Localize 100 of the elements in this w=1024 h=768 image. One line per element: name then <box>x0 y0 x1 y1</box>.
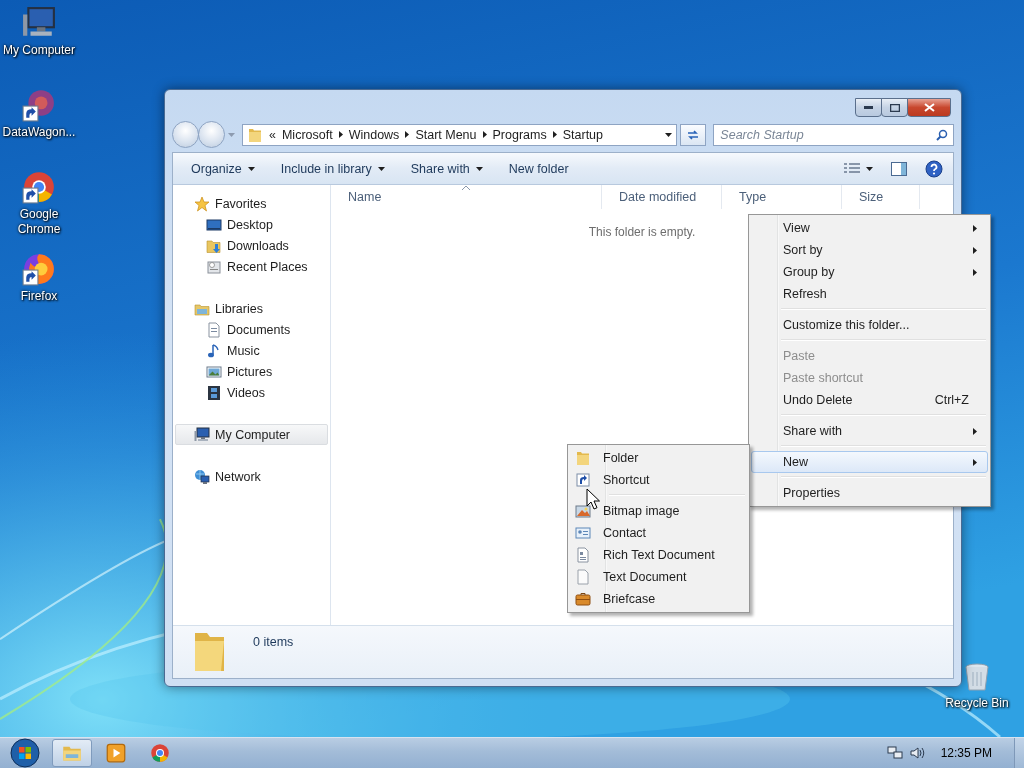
folder-icon <box>575 450 591 466</box>
maximize-button[interactable] <box>881 98 908 117</box>
nav-item[interactable]: Recent Places <box>175 256 328 277</box>
shortcut-icon <box>575 472 591 488</box>
chevron-right-icon <box>552 131 557 138</box>
minimize-button[interactable] <box>855 98 882 117</box>
nav-item[interactable]: Pictures <box>175 361 328 382</box>
nav-item[interactable]: Desktop <box>175 214 328 235</box>
breadcrumb[interactable]: Microsoft <box>281 127 333 142</box>
submenu-arrow-icon <box>973 458 977 466</box>
list-view-icon <box>844 162 860 175</box>
address-bar[interactable]: « Microsoft Windows Start Menu Programs Startup <box>242 123 678 146</box>
menu-item[interactable]: Shortcut <box>570 469 747 491</box>
empty-folder-message: This folder is empty. <box>588 225 696 239</box>
menu-item[interactable]: New <box>751 451 988 473</box>
desktop-icon-label[interactable]: Google Chrome <box>2 207 76 237</box>
nav-item[interactable]: Favorites <box>175 193 328 214</box>
chevron-right-icon <box>405 131 410 138</box>
maximize-icon <box>889 103 900 112</box>
nav-item[interactable]: Libraries <box>175 298 328 319</box>
nav-item[interactable]: Music <box>175 340 328 361</box>
search-field[interactable]: Search Startup <box>713 123 954 146</box>
menu-item[interactable]: Text Document <box>570 566 747 588</box>
refresh-arrows-icon <box>686 128 701 141</box>
menu-item[interactable]: Bitmap image <box>570 500 747 522</box>
menu-item[interactable]: Customize this folder... <box>751 314 988 336</box>
toolbar-button[interactable]: New folder <box>498 157 579 180</box>
breadcrumb[interactable]: Programs <box>492 127 547 142</box>
caret-icon <box>665 132 673 137</box>
menu-item[interactable]: Group by <box>751 261 988 283</box>
menu-item[interactable]: View <box>751 217 988 239</box>
submenu-arrow-icon <box>973 427 977 435</box>
start-button[interactable] <box>8 738 42 768</box>
network-icon <box>194 468 210 485</box>
start-orb-icon <box>10 738 40 768</box>
volume-tray-button[interactable] <box>908 745 925 761</box>
caret-icon <box>866 166 873 171</box>
menu-item[interactable]: Sort by <box>751 239 988 261</box>
text-document-icon <box>575 569 591 585</box>
document-icon <box>206 321 222 338</box>
picture-frame-icon <box>206 363 222 380</box>
breadcrumb[interactable]: Windows <box>348 127 400 142</box>
column-header[interactable]: Type <box>739 190 767 204</box>
close-button[interactable] <box>907 98 951 117</box>
breadcrumb[interactable]: Startup <box>562 127 603 142</box>
folder-icon <box>247 126 263 143</box>
caret-icon <box>377 166 385 171</box>
submenu-arrow-icon <box>973 246 977 254</box>
chevron-right-icon <box>338 131 343 138</box>
preview-pane-icon <box>891 161 907 176</box>
desktop-icon <box>206 216 222 233</box>
column-header[interactable]: Size <box>859 190 884 204</box>
toolbar-button[interactable]: Include in library <box>270 157 395 180</box>
film-icon <box>206 384 222 401</box>
chevron-right-icon <box>482 131 487 138</box>
nav-item[interactable]: Downloads <box>175 235 328 256</box>
caret-icon <box>475 166 483 171</box>
menu-item[interactable]: Properties <box>751 482 988 504</box>
caret-icon <box>247 166 255 171</box>
app-shortcut-icon <box>22 88 56 122</box>
menu-item[interactable]: Refresh <box>751 283 988 305</box>
overflow-crumb[interactable]: « <box>269 127 276 142</box>
toolbar-button[interactable]: Organize <box>181 157 265 180</box>
nav-item[interactable]: Documents <box>175 319 328 340</box>
rich-text-document-icon <box>575 547 591 563</box>
star-icon <box>194 195 210 212</box>
nav-item[interactable]: Network <box>175 466 328 487</box>
menu-item[interactable]: Rich Text Document <box>570 544 747 566</box>
submenu-arrow-icon <box>973 268 977 276</box>
desktop-icon-label[interactable]: DataWagon... <box>2 125 76 140</box>
menu-item[interactable]: Briefcase <box>570 588 747 610</box>
refresh-button[interactable] <box>680 123 707 146</box>
mouse-pointer-icon <box>586 488 600 510</box>
clock[interactable]: 12:35 PM <box>940 746 992 760</box>
computer-icon <box>194 426 210 443</box>
browser-icon <box>22 170 56 204</box>
network-tray-button[interactable] <box>886 745 903 761</box>
trash-bin-icon <box>964 662 990 692</box>
menu-item[interactable]: Folder <box>570 447 747 469</box>
breadcrumb[interactable]: Start Menu <box>415 127 477 142</box>
desktop-icon-label[interactable]: My Computer <box>2 43 76 58</box>
menu-item[interactable]: Share with <box>751 420 988 442</box>
contact-card-icon <box>575 525 591 541</box>
menu-item[interactable]: Undo Delete Ctrl+Z <box>751 389 988 411</box>
toolbar-button[interactable]: Share with <box>400 157 493 180</box>
desktop-icon-label[interactable]: Firefox <box>2 289 76 304</box>
item-count: 0 items <box>253 635 294 649</box>
briefcase-icon <box>575 591 591 607</box>
nav-item[interactable]: My Computer <box>175 424 328 445</box>
recent-places-icon <box>206 258 222 275</box>
image-icon <box>575 503 591 519</box>
minimize-icon <box>864 106 873 109</box>
submenu-arrow-icon <box>973 224 977 232</box>
menu-item[interactable]: Contact <box>570 522 747 544</box>
browser-icon <box>150 743 170 763</box>
column-header[interactable]: Name <box>348 190 382 204</box>
column-header[interactable]: Date modified <box>619 190 697 204</box>
search-icon[interactable] <box>936 128 948 141</box>
nav-item[interactable]: Videos <box>175 382 328 403</box>
download-folder-icon <box>206 237 222 254</box>
